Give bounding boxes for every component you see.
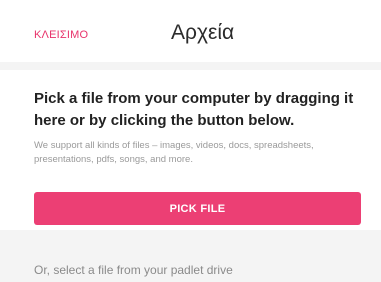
upload-description: We support all kinds of files – images, …: [34, 140, 314, 165]
dialog-header: ΚΛΕΙΣΙΜΟ Αρχεία: [0, 0, 381, 62]
upload-panel: Pick a file from your computer by draggi…: [0, 70, 381, 230]
close-button[interactable]: ΚΛΕΙΣΙΜΟ: [34, 29, 88, 41]
padlet-drive-link[interactable]: Or, select a file from your padlet drive: [34, 263, 233, 277]
dialog-title: Αρχεία: [171, 21, 235, 44]
upload-heading: Pick a file from your computer by draggi…: [34, 90, 354, 129]
pick-file-button[interactable]: PICK FILE: [34, 192, 361, 225]
